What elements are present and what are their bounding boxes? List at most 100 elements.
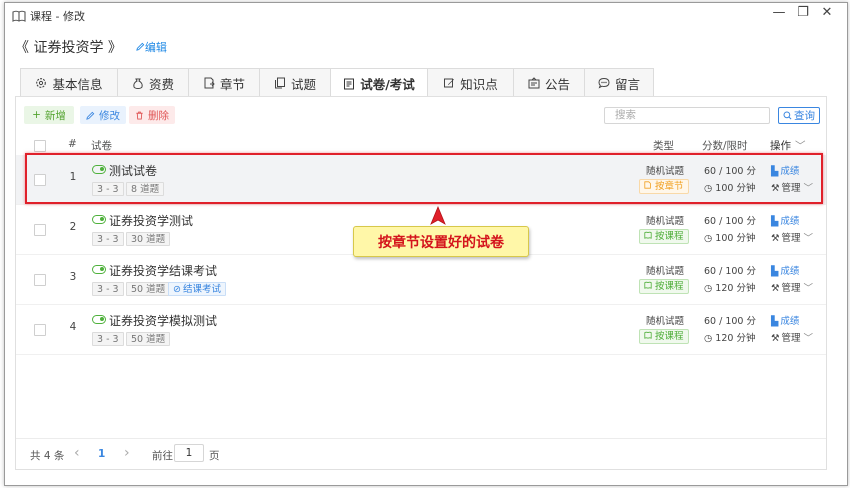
paper-name[interactable]: 证券投资学模拟测试	[109, 312, 217, 329]
tag-final-exam: ⊘ 结课考试	[168, 282, 226, 296]
type-badge: 按课程	[639, 229, 689, 244]
table-row[interactable]: 3 证券投资学结课考试 3 - 3 50 道题 ⊘ 结课考试 随机试题 按课程 6…	[16, 255, 826, 305]
notice-icon	[528, 77, 540, 89]
tab-label: 留言	[614, 76, 640, 92]
total-count: 共 4 条	[30, 450, 65, 462]
close-button[interactable]: ✕	[815, 5, 839, 20]
status-toggle[interactable]	[92, 265, 106, 274]
tab-label: 试卷/考试	[360, 77, 415, 92]
query-button[interactable]: 查询	[778, 107, 820, 124]
delete-button[interactable]: 删除	[129, 106, 175, 124]
goto-label: 前往	[152, 450, 173, 462]
status-toggle[interactable]	[92, 315, 106, 324]
tab-basic-info[interactable]: 基本信息	[20, 68, 118, 97]
edit-course-link[interactable]: 编辑	[136, 39, 167, 55]
row-checkbox[interactable]	[34, 274, 46, 286]
gear-icon	[36, 78, 47, 88]
row-checkbox[interactable]	[34, 324, 46, 336]
page-number[interactable]: 1	[98, 448, 105, 460]
clock-icon: ◷	[704, 333, 713, 344]
tab-questions[interactable]: 试题	[259, 68, 331, 97]
search-input[interactable]: 搜索	[604, 107, 770, 124]
tag-question-count: 50 道题	[126, 332, 171, 346]
score: 60 / 100 分	[704, 266, 756, 277]
col-actions-label: 操作	[770, 140, 791, 152]
tab-announcements[interactable]: 公告	[513, 68, 585, 97]
paper-type: 随机试题	[646, 216, 685, 227]
chevron-down-icon: ﹀	[803, 233, 814, 244]
paper-icon	[344, 78, 355, 89]
time-limit: ◷ 100 分钟	[704, 230, 755, 244]
book-icon	[644, 331, 652, 339]
minimize-button[interactable]: —	[767, 5, 791, 20]
type-badge: 按课程	[639, 329, 689, 344]
col-score: 分数/限时	[702, 140, 748, 152]
status-toggle[interactable]	[92, 215, 106, 224]
toolbar: + 新增 修改 删除 搜索 查询	[16, 97, 826, 133]
tab-fees[interactable]: 资费	[117, 68, 189, 97]
col-type: 类型	[653, 140, 674, 152]
clock-icon: ◷	[704, 283, 713, 294]
goto-page-input[interactable]: 1	[174, 444, 204, 462]
col-actions[interactable]: 操作 ﹀	[770, 138, 806, 153]
pencil-icon	[86, 111, 95, 120]
highlight-box	[25, 153, 823, 204]
pencil-icon	[136, 42, 145, 51]
window-title: 课程 - 修改	[30, 10, 85, 23]
table-row[interactable]: 4 证券投资学模拟测试 3 - 3 50 道题 随机试题 按课程 60 / 10…	[16, 305, 826, 355]
tab-papers-exams[interactable]: 试卷/考试	[330, 68, 428, 98]
chevron-down-icon: ﹀	[795, 140, 806, 152]
time-limit-value: 120 分钟	[715, 333, 756, 344]
type-badge-label: 按课程	[655, 281, 684, 292]
add-button[interactable]: + 新增	[24, 106, 74, 124]
select-all-checkbox[interactable]	[34, 140, 46, 152]
book-icon	[644, 281, 652, 289]
manage-dropdown[interactable]: ⚒ 管理 ﹀	[771, 280, 813, 294]
results-link-label: 成绩	[780, 266, 800, 277]
wrench-icon: ⚒	[771, 333, 780, 344]
edit-course-label: 编辑	[144, 41, 167, 54]
chart-icon: ▙	[771, 316, 779, 327]
results-link[interactable]: ▙ 成绩	[771, 213, 799, 227]
type-badge-label: 按课程	[655, 331, 684, 342]
tab-label: 资费	[148, 76, 174, 92]
book-icon	[12, 10, 26, 22]
type-badge: 按课程	[639, 279, 689, 294]
next-page-button[interactable]: ›	[124, 445, 130, 461]
edit-button[interactable]: 修改	[80, 106, 126, 124]
paper-name[interactable]: 证券投资学结课考试	[109, 262, 217, 279]
chapter-icon	[204, 77, 215, 89]
pen-icon	[444, 78, 455, 88]
restore-button[interactable]: ❐	[791, 5, 815, 20]
paper-name[interactable]: 证券投资学测试	[109, 212, 193, 229]
money-bag-icon	[133, 78, 143, 89]
trash-icon	[136, 111, 143, 120]
tab-label: 知识点	[460, 76, 498, 92]
tag-final-exam-label: 结课考试	[182, 284, 221, 295]
arrow-up-icon	[430, 206, 446, 225]
manage-label: 管理	[781, 283, 801, 294]
link-icon: ⊘	[173, 284, 181, 295]
title-bar: 课程 - 修改 — ❐ ✕	[5, 3, 847, 29]
pagination: 共 4 条 ‹ 1 › 前往 1 页	[16, 438, 826, 469]
results-link[interactable]: ▙ 成绩	[771, 263, 799, 277]
prev-page-button[interactable]: ‹	[74, 445, 80, 461]
results-link[interactable]: ▙ 成绩	[771, 313, 799, 327]
type-badge-label: 按课程	[655, 231, 684, 242]
book-icon	[644, 231, 652, 239]
tab-chapters[interactable]: 章节	[188, 68, 260, 97]
manage-label: 管理	[781, 233, 801, 244]
tab-bar: 基本信息 资费 章节 试题 试卷/考试 知识点 公告 留言	[20, 68, 654, 98]
chart-icon: ▙	[771, 216, 779, 227]
col-name: 试卷	[91, 140, 112, 152]
row-checkbox[interactable]	[34, 224, 46, 236]
manage-dropdown[interactable]: ⚒ 管理 ﹀	[771, 330, 813, 344]
tab-knowledge-points[interactable]: 知识点	[427, 68, 514, 97]
tab-messages[interactable]: 留言	[584, 68, 654, 97]
row-index: 2	[69, 221, 77, 233]
manage-dropdown[interactable]: ⚒ 管理 ﹀	[771, 230, 813, 244]
tag-range: 3 - 3	[92, 332, 124, 346]
score: 60 / 100 分	[704, 316, 756, 327]
paper-type: 随机试题	[646, 316, 685, 327]
page-suffix: 页	[209, 450, 220, 462]
